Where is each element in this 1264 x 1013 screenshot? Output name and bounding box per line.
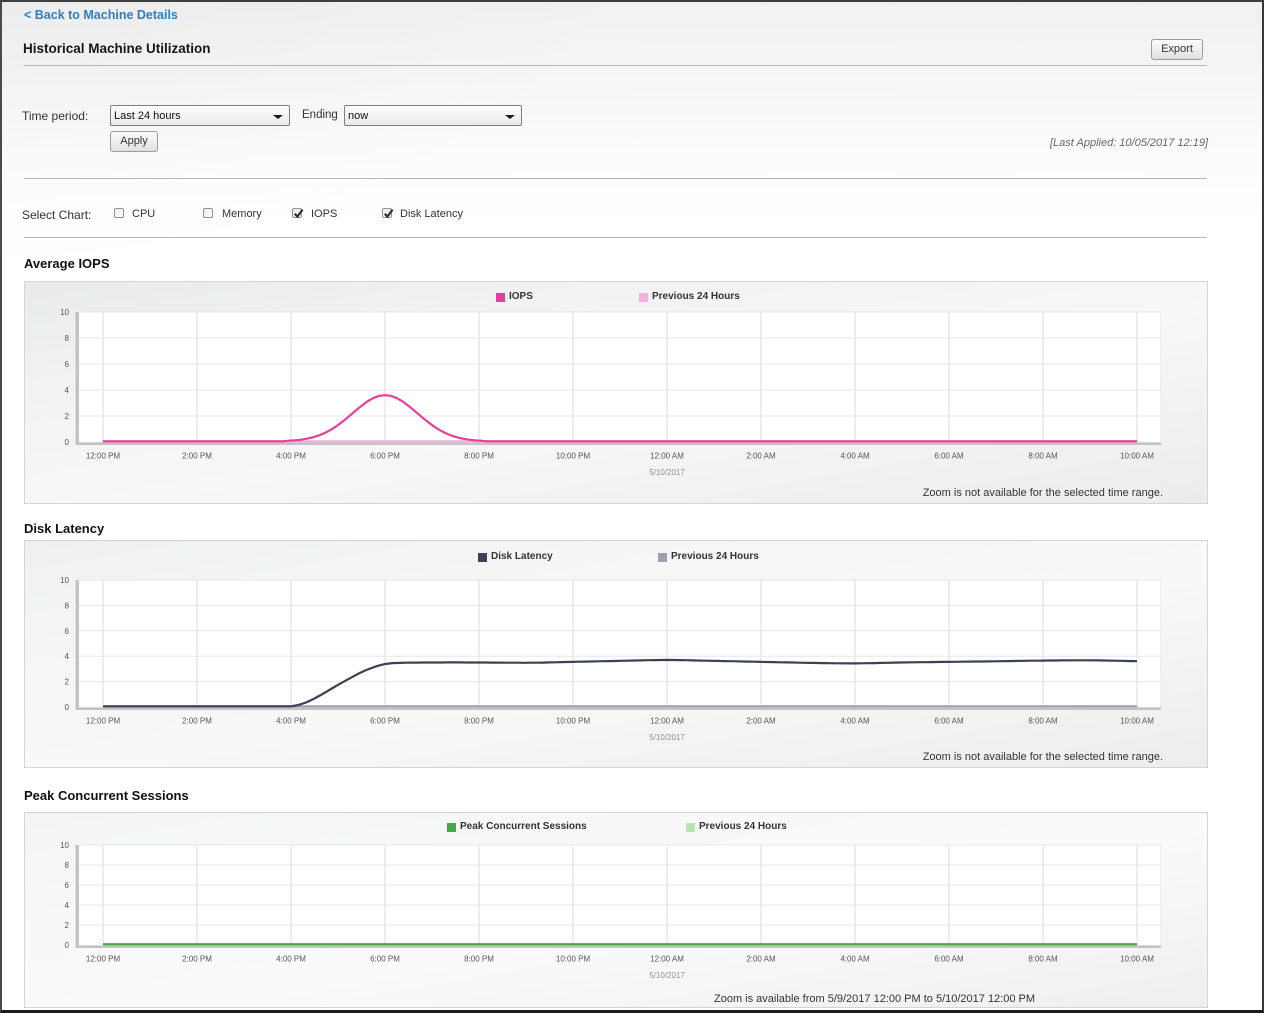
svg-text:2: 2	[65, 412, 70, 421]
svg-text:4:00 PM: 4:00 PM	[276, 955, 306, 964]
svg-text:2:00 AM: 2:00 AM	[746, 955, 776, 964]
svg-text:5/10/2017: 5/10/2017	[649, 733, 685, 742]
svg-text:6:00 PM: 6:00 PM	[370, 717, 400, 726]
svg-text:0: 0	[65, 438, 70, 447]
svg-text:4:00 PM: 4:00 PM	[276, 452, 306, 461]
svg-text:6: 6	[65, 627, 70, 636]
svg-text:6:00 PM: 6:00 PM	[370, 955, 400, 964]
svg-text:10:00 PM: 10:00 PM	[556, 955, 591, 964]
svg-text:6:00 AM: 6:00 AM	[934, 452, 964, 461]
svg-text:6:00 AM: 6:00 AM	[934, 955, 964, 964]
svg-text:8: 8	[65, 861, 70, 870]
svg-text:8:00 AM: 8:00 AM	[1028, 955, 1058, 964]
svg-text:10:00 AM: 10:00 AM	[1120, 452, 1154, 461]
svg-text:2:00 PM: 2:00 PM	[182, 452, 212, 461]
svg-text:10: 10	[60, 841, 69, 850]
svg-text:6: 6	[65, 881, 70, 890]
svg-text:6:00 PM: 6:00 PM	[370, 452, 400, 461]
svg-text:10:00 PM: 10:00 PM	[556, 452, 591, 461]
svg-text:8: 8	[65, 601, 70, 610]
svg-text:4:00 AM: 4:00 AM	[840, 452, 870, 461]
svg-text:12:00 AM: 12:00 AM	[650, 452, 684, 461]
svg-text:4: 4	[65, 901, 70, 910]
svg-text:10: 10	[60, 308, 69, 317]
svg-text:2:00 AM: 2:00 AM	[746, 717, 776, 726]
svg-text:2:00 PM: 2:00 PM	[182, 955, 212, 964]
svg-text:8:00 PM: 8:00 PM	[464, 717, 494, 726]
svg-text:4:00 AM: 4:00 AM	[840, 717, 870, 726]
svg-text:8:00 PM: 8:00 PM	[464, 955, 494, 964]
svg-text:0: 0	[65, 941, 70, 950]
svg-text:0: 0	[65, 703, 70, 712]
svg-text:10:00 AM: 10:00 AM	[1120, 955, 1154, 964]
svg-text:12:00 AM: 12:00 AM	[650, 955, 684, 964]
svg-text:12:00 PM: 12:00 PM	[86, 717, 121, 726]
svg-text:4:00 PM: 4:00 PM	[276, 717, 306, 726]
svg-text:2:00 AM: 2:00 AM	[746, 452, 776, 461]
svg-text:12:00 PM: 12:00 PM	[86, 955, 121, 964]
svg-text:4: 4	[65, 386, 70, 395]
svg-text:5/10/2017: 5/10/2017	[649, 468, 685, 477]
svg-text:8:00 PM: 8:00 PM	[464, 452, 494, 461]
svg-text:2:00 PM: 2:00 PM	[182, 717, 212, 726]
svg-text:10: 10	[60, 576, 69, 585]
svg-text:6: 6	[65, 360, 70, 369]
svg-text:4: 4	[65, 652, 70, 661]
svg-text:6:00 AM: 6:00 AM	[934, 717, 964, 726]
svg-text:2: 2	[65, 921, 70, 930]
svg-text:5/10/2017: 5/10/2017	[649, 971, 685, 980]
svg-text:8:00 AM: 8:00 AM	[1028, 452, 1058, 461]
svg-text:8: 8	[65, 334, 70, 343]
svg-text:2: 2	[65, 678, 70, 687]
svg-text:10:00 AM: 10:00 AM	[1120, 717, 1154, 726]
svg-text:12:00 PM: 12:00 PM	[86, 452, 121, 461]
svg-text:8:00 AM: 8:00 AM	[1028, 717, 1058, 726]
svg-text:10:00 PM: 10:00 PM	[556, 717, 591, 726]
svg-text:12:00 AM: 12:00 AM	[650, 717, 684, 726]
svg-text:4:00 AM: 4:00 AM	[840, 955, 870, 964]
